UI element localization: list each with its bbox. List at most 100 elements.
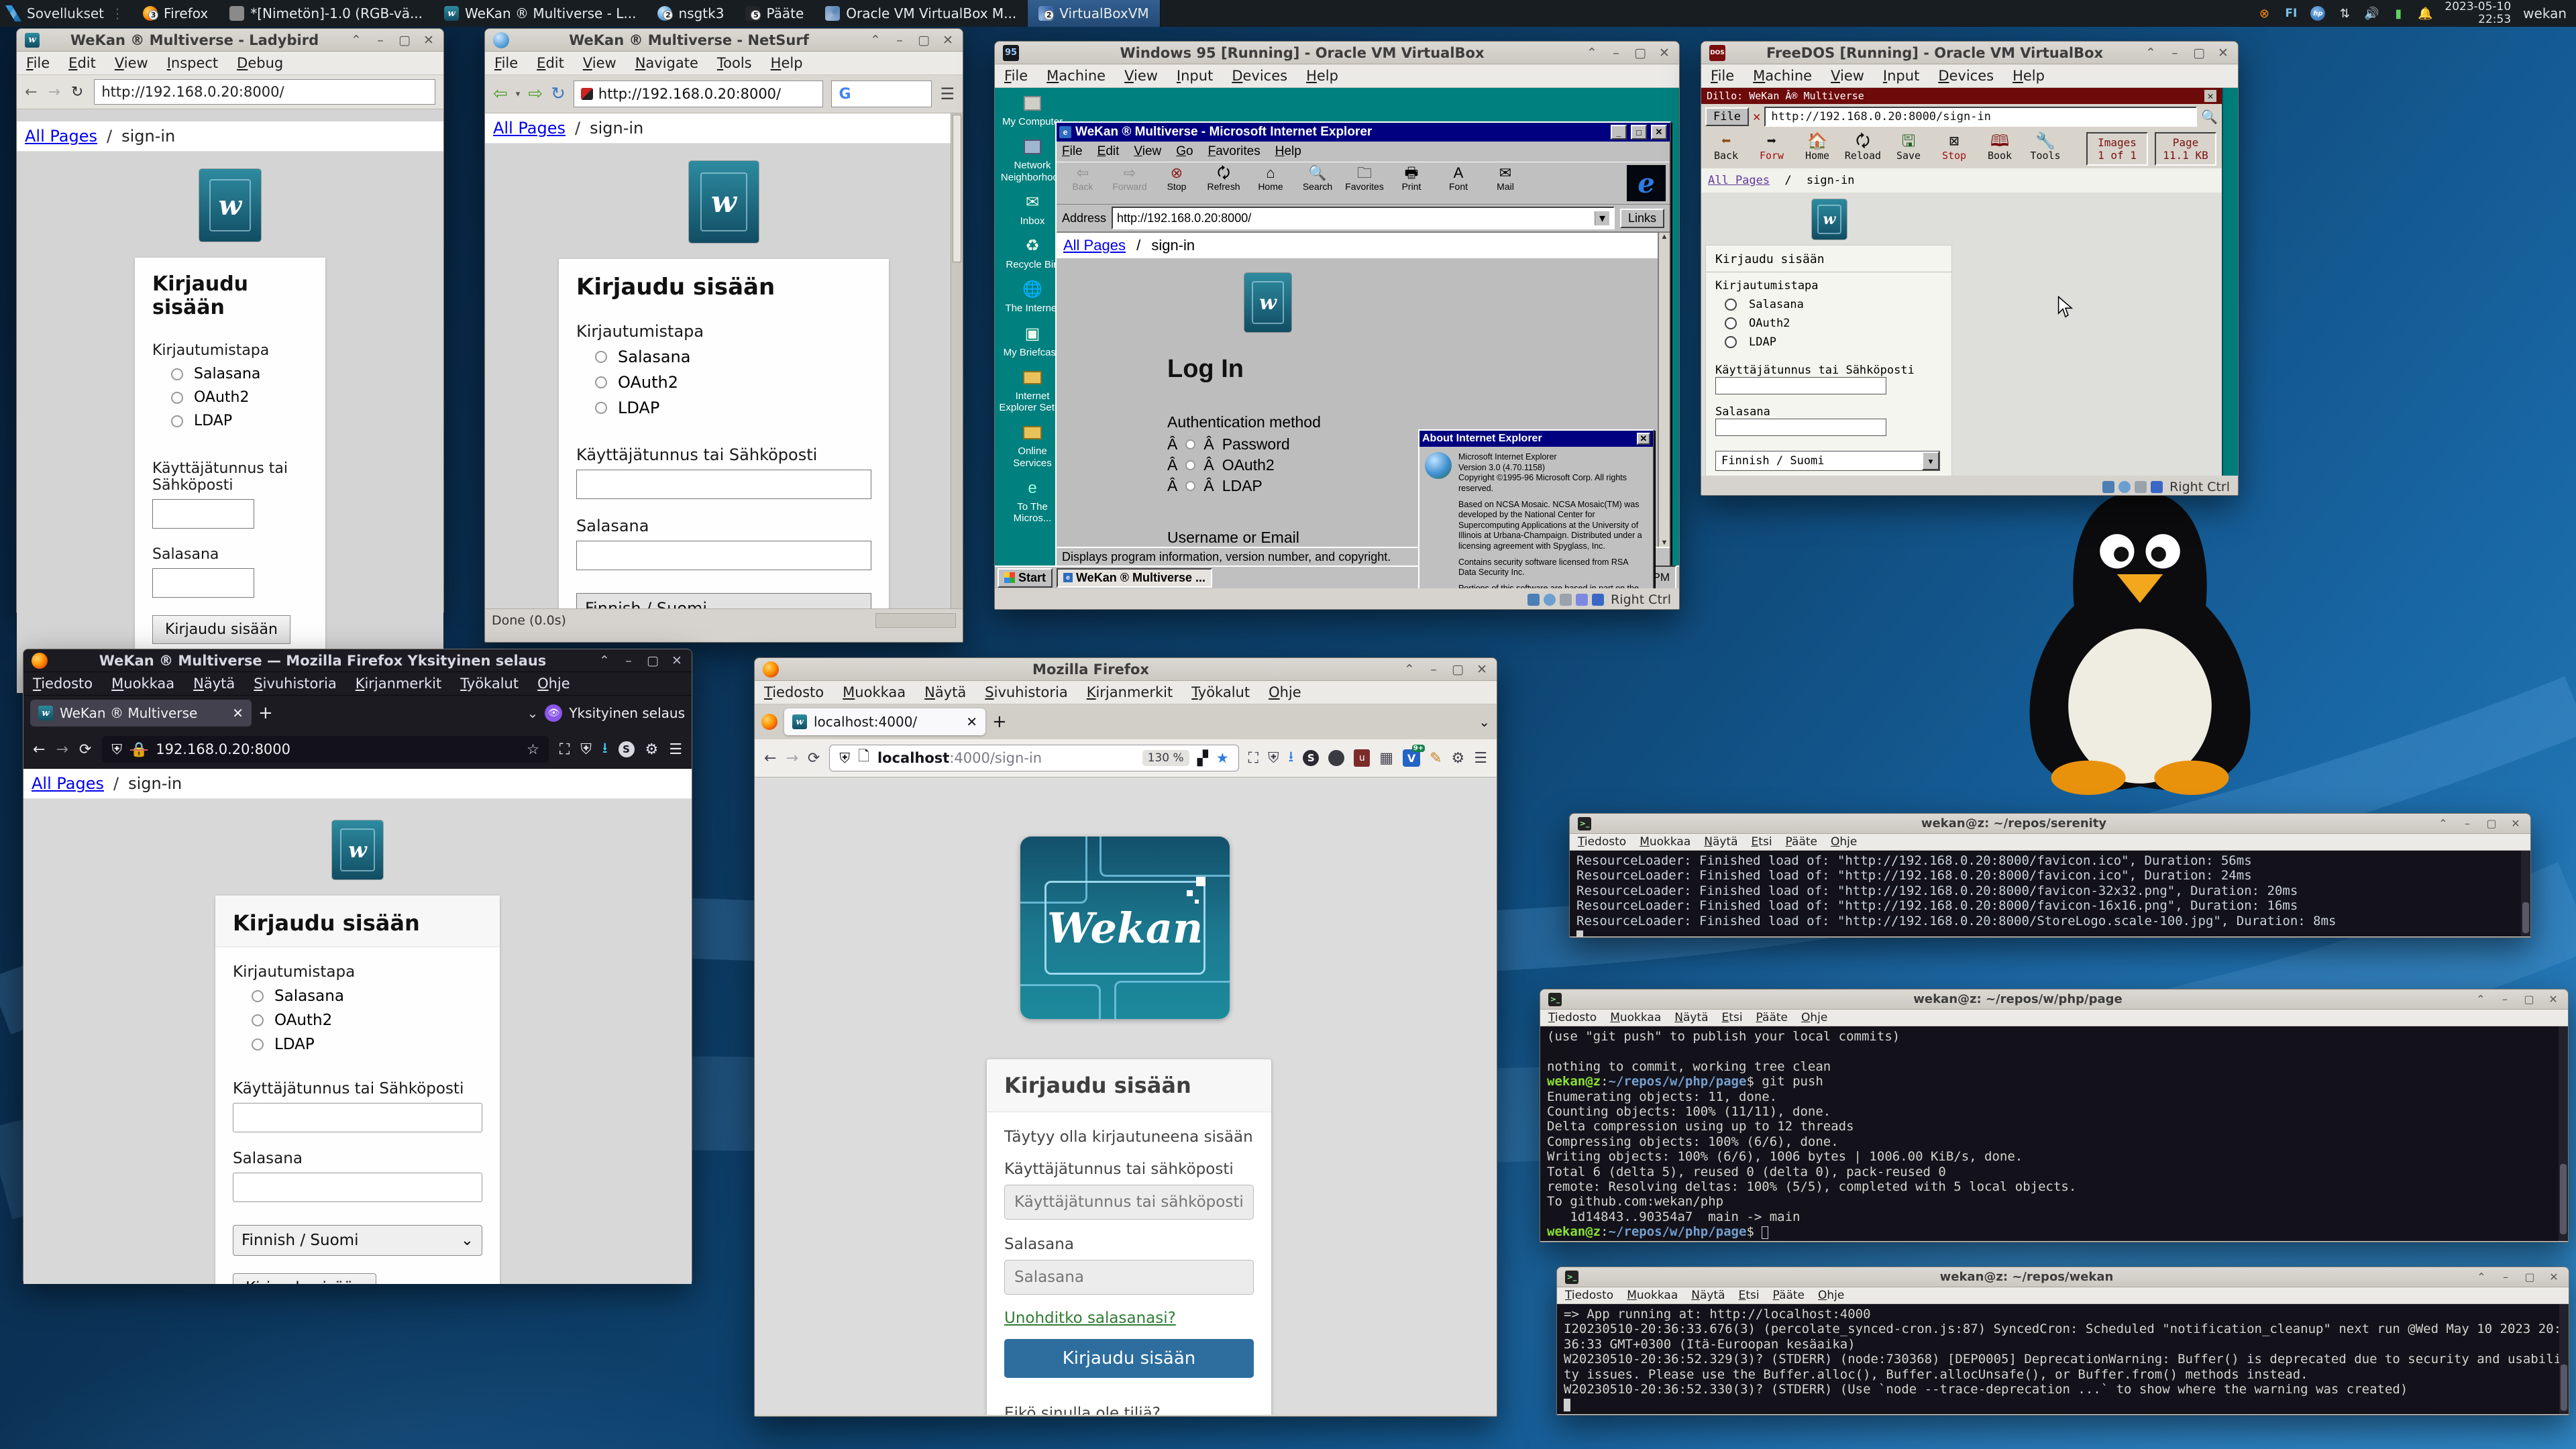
menu-nayta[interactable]: Näytä — [193, 676, 235, 692]
term1-titlebar[interactable]: >_ wekan@z: ~/repos/serenity ⌃–▢✕ — [1570, 814, 2530, 834]
bookmark-star-icon[interactable]: ★ — [1216, 750, 1229, 766]
forward-icon[interactable]: → — [786, 750, 798, 767]
menu-input[interactable]: Input — [1177, 68, 1213, 84]
username-input[interactable] — [576, 470, 871, 499]
menu-view[interactable]: View — [583, 55, 616, 71]
s-extension-icon[interactable]: S — [619, 741, 635, 757]
vboxdos-titlebar[interactable]: DOS FreeDOS [Running] - Oracle VM Virtua… — [1701, 42, 2238, 64]
back-button[interactable]: ⇦Back — [1061, 165, 1105, 192]
maximize-icon[interactable]: ▢ — [917, 33, 930, 48]
menu-edit[interactable]: Edit — [68, 55, 96, 71]
file-button[interactable]: File — [1705, 107, 1749, 126]
menu-help[interactable]: Help — [1306, 68, 1338, 84]
reload-icon[interactable]: ↻ — [71, 84, 83, 101]
menu-view[interactable]: View — [1124, 68, 1158, 84]
shield-icon[interactable]: ⛨ — [111, 741, 122, 758]
page-info-icon[interactable]: 🗋 — [858, 747, 869, 770]
taskbar-task-button[interactable]: eWeKan ® Multiverse ... — [1057, 568, 1212, 588]
minimize-icon[interactable]: – — [622, 653, 635, 668]
menu-sivuhistoria[interactable]: Sivuhistoria — [985, 684, 1067, 700]
url-bar[interactable]: ⛨ 🗋 localhost:4000/sign-in 130 % ▞ ★ — [829, 745, 1238, 771]
menu-icon[interactable]: ☰ — [940, 85, 955, 103]
password-input[interactable] — [1004, 1260, 1254, 1295]
menu-view[interactable]: View — [1831, 68, 1864, 84]
menu-icon[interactable]: ☰ — [1474, 750, 1487, 767]
scrollbar-vertical[interactable]: ▲▼ — [1658, 233, 1670, 547]
radio-password[interactable] — [1725, 299, 1737, 311]
stop-x-icon[interactable]: ✕ — [1753, 109, 1760, 124]
radio-oauth2[interactable] — [252, 1014, 264, 1026]
minimize-icon[interactable]: – — [2461, 817, 2474, 830]
scrollbar-vertical[interactable] — [2521, 851, 2530, 936]
minimize-icon[interactable]: – — [1609, 46, 1623, 60]
maximize-icon[interactable]: ▢ — [398, 33, 411, 48]
ladybird-titlebar[interactable]: w WeKan ® Multiverse - Ladybird ⌃–▢✕ — [17, 29, 443, 52]
menu-view[interactable]: View — [1134, 144, 1161, 159]
tabs-list-chevron-icon[interactable]: ⌄ — [1479, 714, 1490, 730]
shade-icon[interactable]: ⌃ — [2144, 46, 2157, 60]
minimize-icon[interactable]: – — [374, 33, 387, 48]
all-pages-link[interactable]: All Pages — [32, 774, 104, 793]
new-tab-icon[interactable]: + — [992, 712, 1007, 732]
taskbar-virtualbox-manager[interactable]: Oracle VM VirtualBox M... — [814, 0, 1027, 27]
back-icon[interactable]: ← — [764, 750, 776, 767]
taskbar-wekan[interactable]: w WeKan ® Multiverse - L... — [433, 0, 647, 27]
tab-close-icon[interactable]: ✕ — [966, 714, 977, 730]
term2-titlebar[interactable]: >_ wekan@z: ~/repos/w/php/page ⌃–▢✕ — [1540, 989, 2568, 1010]
forward-button[interactable]: ⇨Forward — [1108, 165, 1152, 192]
s-extension-icon[interactable]: S — [1303, 750, 1319, 766]
menu-kirjanmerkit[interactable]: Kirjanmerkit — [1087, 684, 1173, 700]
address-input[interactable]: http://192.168.0.20:8000/▾ — [1112, 207, 1615, 229]
menu-edit[interactable]: Edit — [537, 55, 564, 71]
maximize-icon[interactable]: ▢ — [2522, 993, 2536, 1006]
radio-ldap[interactable] — [1725, 336, 1737, 348]
dropdown-icon[interactable]: ▾ — [1595, 211, 1609, 225]
menu-muokkaa[interactable]: Muokkaa — [843, 684, 906, 700]
signin-button[interactable]: Kirjaudu sisään — [1004, 1339, 1254, 1378]
url-input[interactable]: http://192.168.0.20:8000/ — [94, 79, 435, 105]
tabs-list-chevron-icon[interactable]: ⌄ — [527, 705, 539, 721]
shade-icon[interactable]: ⌃ — [1585, 46, 1599, 60]
all-pages-link[interactable]: All Pages — [1708, 174, 1770, 187]
maximize-icon[interactable]: ▢ — [646, 653, 659, 668]
menu-nayta[interactable]: Näytä — [924, 684, 966, 700]
menu-tyokalut[interactable]: Työkalut — [460, 676, 519, 692]
taskbar-firefox[interactable]: 3 Firefox — [132, 0, 219, 27]
scrollbar-vertical[interactable] — [951, 113, 963, 608]
grid-extension-icon[interactable]: ▦ — [1379, 750, 1393, 767]
term3-titlebar[interactable]: >_ wekan@z: ~/repos/wekan ⌃–▢✕ — [1557, 1267, 2569, 1287]
new-tab-icon[interactable]: + — [258, 703, 273, 723]
shade-icon[interactable]: ⌃ — [2436, 817, 2450, 830]
shade-icon[interactable]: ⌃ — [350, 33, 363, 48]
clock[interactable]: 2023-05-1022:53 — [2445, 1, 2511, 25]
tools-button[interactable]: 🔧Tools — [2026, 132, 2065, 162]
taskbar-terminal[interactable]: $5 Pääte — [735, 0, 814, 27]
radio-oauth2[interactable] — [171, 392, 183, 404]
signin-button[interactable]: Kirjaudu sisään — [152, 615, 290, 644]
favorites-button[interactable]: 🗀Favorites — [1342, 165, 1387, 192]
radio-password[interactable] — [1185, 439, 1195, 449]
radio-ldap[interactable] — [171, 415, 183, 427]
taskbar-nsgtk3[interactable]: 2 nsgtk3 — [647, 0, 735, 27]
applications-menu[interactable]: Sovellukset — [27, 5, 104, 21]
shade-icon[interactable]: ⌃ — [2475, 1271, 2488, 1283]
notification-app-icon[interactable]: ⊗ — [2257, 6, 2271, 21]
shield-check-icon[interactable]: ⛨ — [580, 741, 592, 758]
tab-localhost[interactable]: w localhost:4000/ ✕ — [784, 708, 985, 735]
back-dropdown-icon[interactable]: ▾ — [516, 89, 521, 99]
menu-tools[interactable]: Tools — [717, 55, 752, 71]
print-button[interactable]: 🖶Print — [1389, 165, 1434, 192]
menu-ohje[interactable]: Ohje — [537, 676, 570, 692]
close-icon[interactable]: ✕ — [2546, 993, 2560, 1006]
dropdown-icon[interactable]: ▾ — [1922, 451, 1939, 470]
radio-password[interactable] — [171, 368, 183, 380]
minimize-icon[interactable]: – — [2168, 46, 2182, 60]
shade-icon[interactable]: ⌃ — [1403, 662, 1416, 677]
dillo-titlebar[interactable]: Dillo: WeKan Â® Multiverse ✕ — [1701, 88, 2222, 104]
zoom-level-badge[interactable]: 130 % — [1142, 750, 1189, 766]
forward-icon[interactable]: → — [56, 741, 68, 758]
menu-help[interactable]: Help — [771, 55, 803, 71]
all-pages-link[interactable]: All Pages — [1063, 237, 1126, 254]
forgot-password-link[interactable]: Unohditko salasanasi? — [1004, 1309, 1176, 1327]
menu-tyokalut[interactable]: Työkalut — [1191, 684, 1250, 700]
